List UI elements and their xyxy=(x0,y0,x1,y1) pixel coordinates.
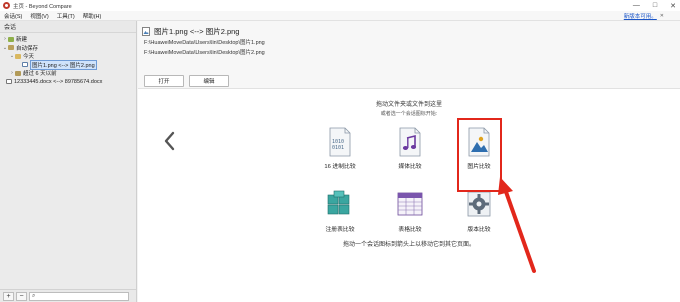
picture-session-icon xyxy=(22,62,28,68)
menu-session[interactable]: 会话(S) xyxy=(0,12,26,20)
tree-item-older[interactable]: › 超过 6 天以前 xyxy=(0,69,136,78)
minimize-button[interactable]: — xyxy=(633,2,640,9)
edit-button[interactable]: 编辑 xyxy=(189,75,229,87)
title-bar: 主页 - Beyond Compare — □ ✕ xyxy=(0,0,680,11)
hex-compare-tile[interactable]: 1010 0101 16 进制比较 xyxy=(317,126,363,170)
add-session-button[interactable]: + xyxy=(3,291,14,301)
remove-session-button[interactable]: − xyxy=(16,291,27,301)
session-title: 图片1.png <--> 图片2.png xyxy=(154,27,240,36)
tree-item-new[interactable]: › 新建 xyxy=(0,35,136,44)
registry-cubes-icon xyxy=(327,190,350,215)
sidebar-toolbar: + − ⌕ xyxy=(0,289,136,302)
table-grid-icon xyxy=(397,192,423,216)
home-panel: 图片1.png <--> 图片2.png F:\HuaweiMoveData\U… xyxy=(138,21,680,302)
music-file-icon xyxy=(399,127,421,157)
session-search-input[interactable]: ⌕ xyxy=(29,291,129,301)
open-button[interactable]: 打开 xyxy=(144,75,184,87)
hex-compare-label: 16 进制比较 xyxy=(324,164,356,170)
tree-item-label: 图片1.png <--> 图片2.png xyxy=(30,59,97,70)
tree-item-picture-session[interactable]: 图片1.png <--> 图片2.png xyxy=(0,59,136,70)
menu-bar: 会话(S) 视图(V) 工具(T) 帮助(H) 新版本可用。 ✕ xyxy=(0,11,680,21)
tree-item-label: 新建 xyxy=(16,37,28,44)
registry-compare-label: 注册表比较 xyxy=(325,227,355,233)
media-compare-label: 媒体比较 xyxy=(398,164,422,170)
folder-icon xyxy=(15,53,21,59)
menu-view[interactable]: 视图(V) xyxy=(26,12,52,20)
drag-hint: 拖动一个会话图标到箭头上以移动它到其它页面。 xyxy=(342,242,475,248)
hex-file-icon: 1010 0101 xyxy=(329,127,351,157)
close-window-button[interactable]: ✕ xyxy=(670,2,676,10)
back-arrow-icon[interactable] xyxy=(162,130,178,152)
maximize-button[interactable]: □ xyxy=(653,2,657,9)
tree-item-docx-session[interactable]: 12333445.docx <--> 89785674.docx xyxy=(0,78,136,87)
tree-item-autosave[interactable]: ⌄ 自动保存 xyxy=(0,44,136,53)
update-available-link[interactable]: 新版本可用。 xyxy=(624,12,657,20)
version-compare-label: 版本比较 xyxy=(467,227,491,233)
table-compare-tile[interactable]: 表格比较 xyxy=(387,189,433,233)
table-compare-label: 表格比较 xyxy=(398,227,422,233)
folder-icon xyxy=(8,45,14,51)
media-compare-tile[interactable]: 媒体比较 xyxy=(387,126,433,170)
version-compare-tile[interactable]: 版本比较 xyxy=(456,189,502,233)
update-notice: 新版本可用。 ✕ xyxy=(624,11,664,21)
window-controls: — □ ✕ xyxy=(633,0,676,11)
tree-item-label: 12333445.docx <--> 89785674.docx xyxy=(14,78,103,85)
hex-digits-bottom: 0101 xyxy=(332,145,344,151)
highlight-box xyxy=(457,118,502,192)
menu-tools[interactable]: 工具(T) xyxy=(53,12,79,20)
left-file-path: F:\HuaweiMoveData\Users\lin\Desktop\图片1.… xyxy=(144,40,265,46)
drop-hint: 拖动文件夹或文件到这里 xyxy=(375,102,442,108)
right-file-path: F:\HuaweiMoveData\Users\lin\Desktop\图片2.… xyxy=(144,50,265,56)
session-title-row: 图片1.png <--> 图片2.png xyxy=(142,26,239,37)
tree-item-label: 超过 6 天以前 xyxy=(23,71,57,78)
picture-session-icon xyxy=(142,27,150,36)
sessions-sidebar: 会话 › 新建 ⌄ 自动保存 ⌄ 今天 图片1.png <--> 图片2.png… xyxy=(0,21,137,302)
search-icon: ⌕ xyxy=(32,292,36,299)
folder-icon xyxy=(15,70,21,76)
text-session-icon xyxy=(6,79,12,85)
folder-icon xyxy=(8,36,14,42)
choose-session-hint: 或者选一个会话图标开始: xyxy=(380,111,438,117)
menu-help[interactable]: 帮助(H) xyxy=(79,12,106,20)
tree-item-label: 自动保存 xyxy=(16,45,39,52)
session-tree: › 新建 ⌄ 自动保存 ⌄ 今天 图片1.png <--> 图片2.png › … xyxy=(0,33,136,86)
registry-compare-tile[interactable]: 注册表比较 xyxy=(317,189,363,233)
gear-icon xyxy=(467,191,491,217)
session-details: 图片1.png <--> 图片2.png F:\HuaweiMoveData\U… xyxy=(138,21,680,89)
sidebar-header: 会话 xyxy=(0,21,136,33)
close-notice-icon[interactable]: ✕ xyxy=(660,13,664,19)
window-title: 主页 - Beyond Compare xyxy=(13,3,72,10)
app-icon xyxy=(3,2,10,9)
